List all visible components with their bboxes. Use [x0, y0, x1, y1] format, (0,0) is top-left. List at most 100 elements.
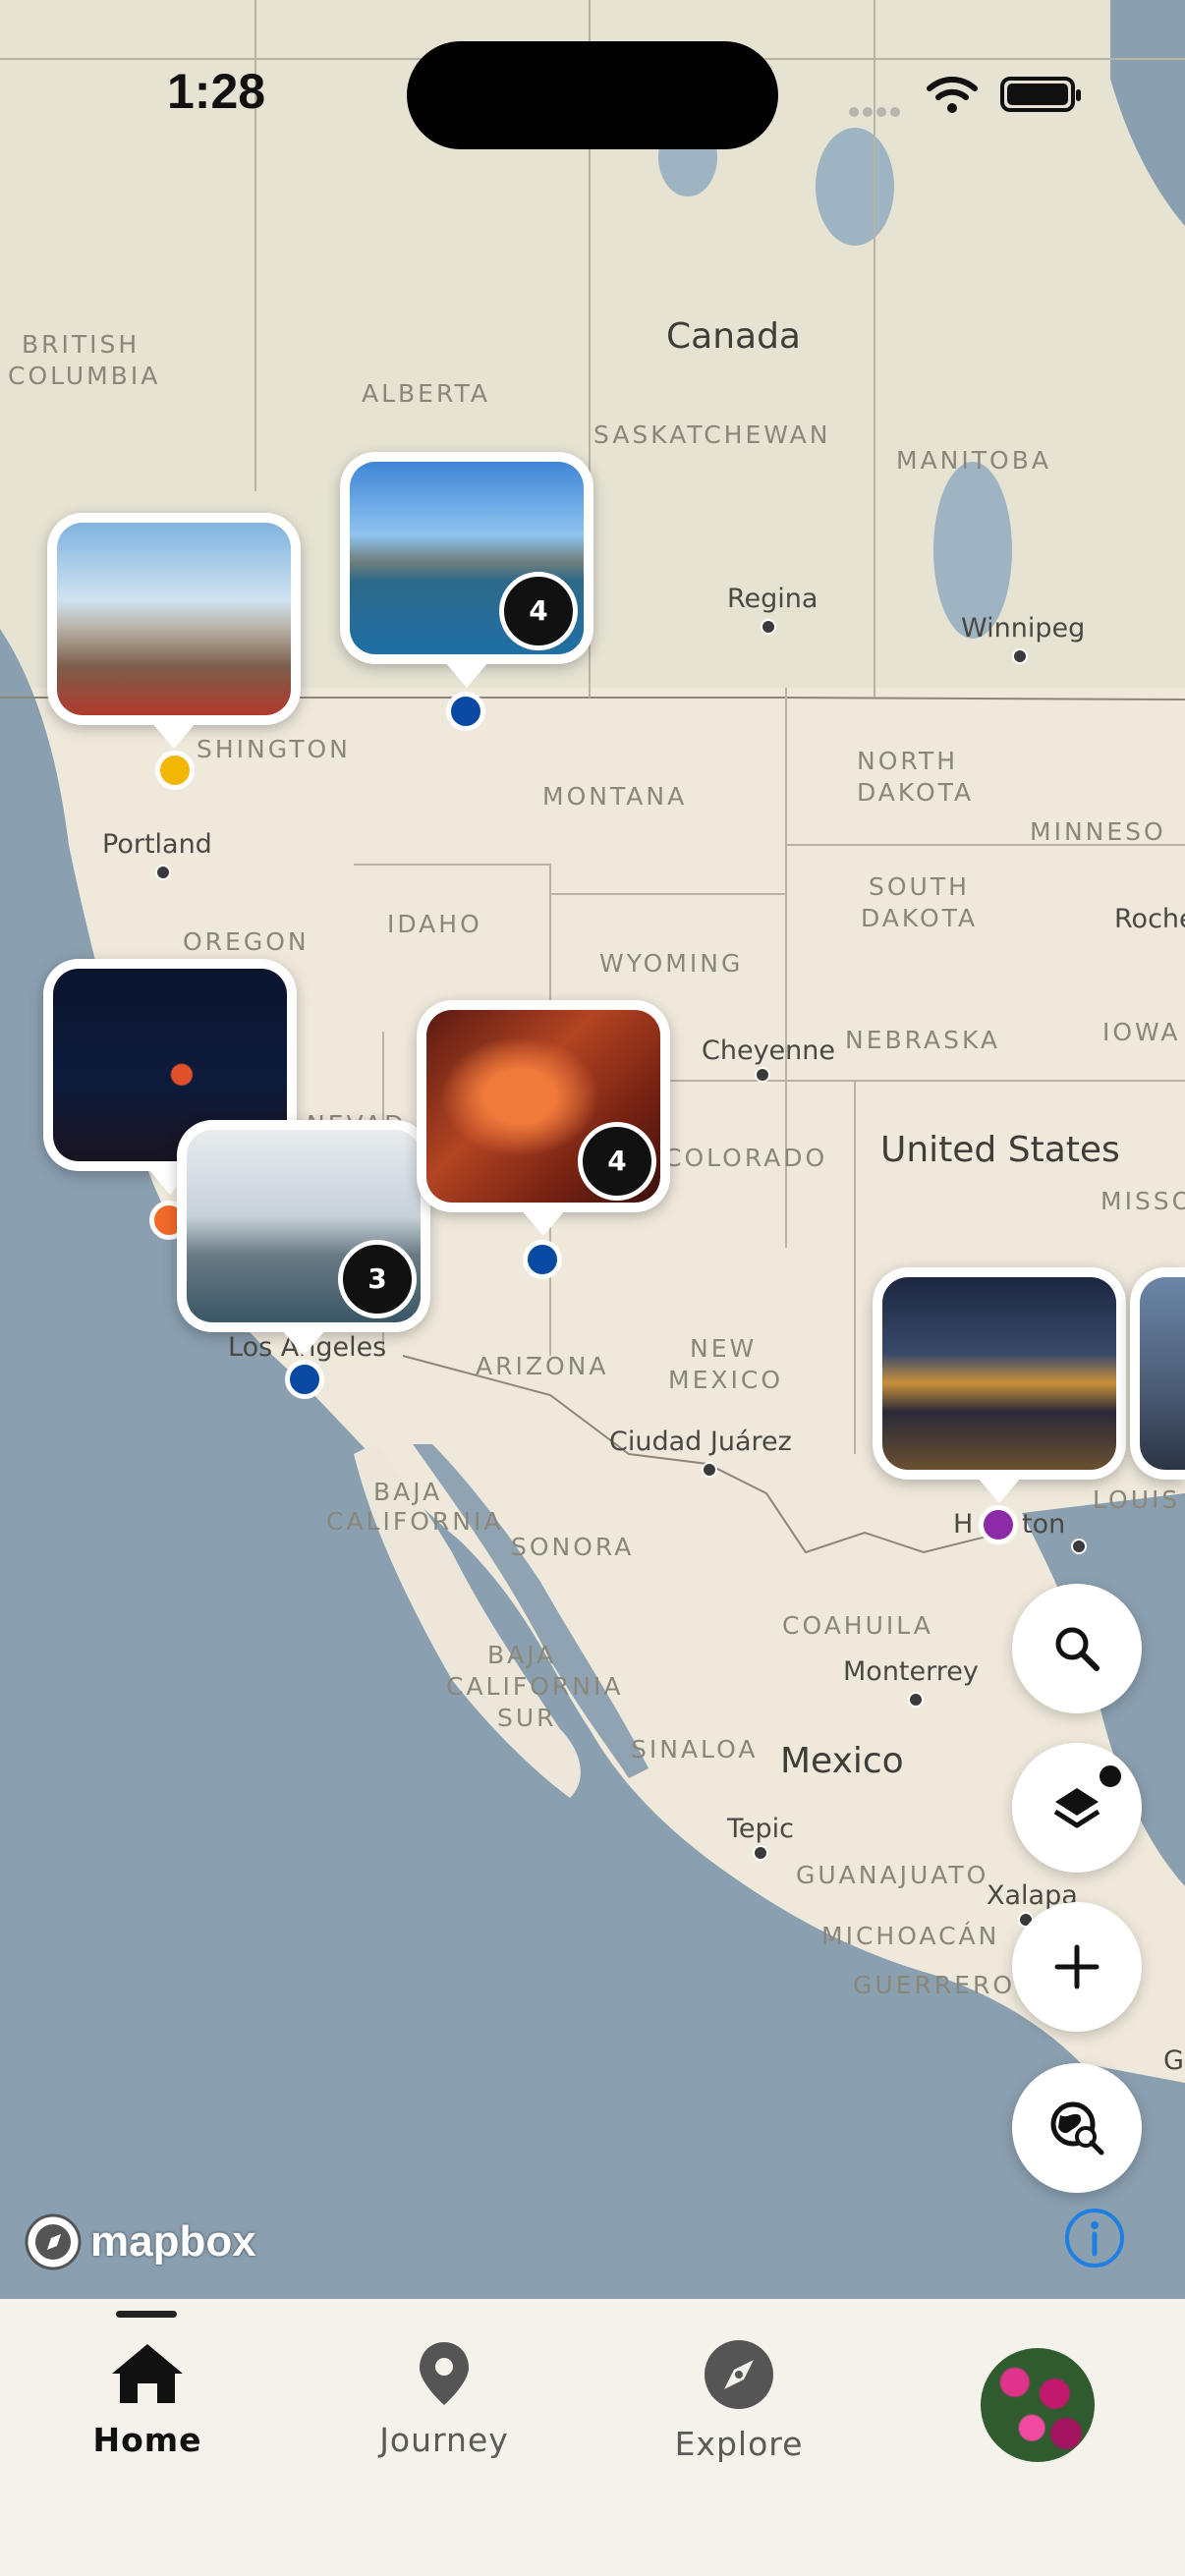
region-label: NEW	[690, 1334, 758, 1363]
marker-photo	[1140, 1277, 1185, 1470]
layers-button[interactable]	[1012, 1743, 1142, 1873]
marker-pin[interactable]	[285, 1360, 324, 1399]
marker-photo	[882, 1277, 1116, 1470]
region-label: CALIFORNIA	[446, 1672, 624, 1701]
tab-home[interactable]: Home	[49, 2338, 246, 2459]
city-label: Ciudad Juárez	[609, 1427, 792, 1457]
city-dot	[1071, 1539, 1087, 1554]
mapbox-attribution[interactable]: mapbox	[24, 2212, 256, 2271]
region-label: SUR	[497, 1704, 557, 1732]
marker-pin[interactable]	[446, 692, 485, 731]
add-button[interactable]	[1012, 1902, 1142, 2032]
city-dot	[755, 1067, 770, 1083]
wifi-icon	[927, 77, 978, 113]
marker-photo	[57, 523, 291, 715]
region-label: IDAHO	[387, 910, 482, 938]
region-label: SASKATCHEWAN	[593, 420, 831, 449]
region-label: LOUIS	[1093, 1485, 1181, 1514]
city-label: Cheyenne	[702, 1036, 836, 1066]
photo-count-badge: 4	[578, 1122, 656, 1201]
marker-tail	[152, 723, 196, 749]
marker-tail	[445, 662, 488, 688]
search-icon	[1055, 1627, 1100, 1671]
country-label: United States	[880, 1130, 1120, 1170]
region-label: COAHUILA	[782, 1611, 933, 1640]
tab-label: Explore	[674, 2425, 804, 2463]
photo-marker-glacier[interactable]: 4	[340, 452, 593, 688]
cellular-signal-icon	[849, 102, 904, 121]
city-label: Regina	[727, 584, 818, 614]
tab-label: Home	[92, 2421, 202, 2459]
photo-marker-austin[interactable]	[873, 1267, 1126, 1503]
region-label: COLORADO	[664, 1144, 828, 1172]
globe-search-icon	[1050, 2101, 1104, 2156]
tab-bar: Home Journey Explore	[0, 2299, 1185, 2576]
tab-explore[interactable]: Explore	[641, 2338, 837, 2463]
region-label: SHINGTON	[197, 735, 351, 763]
region-label: MEXICO	[668, 1366, 783, 1394]
photo-marker-pike-place[interactable]	[47, 513, 301, 749]
marker-pin[interactable]	[155, 751, 195, 790]
city-label: Roche	[1114, 904, 1185, 934]
map-view[interactable]: BRITISH COLUMBIA Canada ALBERTA SASKATCH…	[0, 0, 1185, 2299]
country-label: Mexico	[780, 1741, 904, 1781]
notification-dot	[1097, 1763, 1124, 1790]
status-time: 1:28	[167, 64, 266, 119]
photo-count-badge: 3	[338, 1240, 417, 1318]
region-label: SOUTH	[869, 872, 970, 901]
marker-tail	[522, 1210, 565, 1236]
region-label: GUERRERO	[853, 1971, 1016, 1999]
region-label: COLUMBIA	[8, 362, 161, 390]
tab-label: Journey	[379, 2421, 509, 2459]
city-dot	[753, 1845, 768, 1861]
dynamic-island	[407, 41, 778, 149]
region-label: BRITISH	[22, 330, 141, 359]
region-label: NEBRASKA	[845, 1026, 1001, 1054]
marker-tail	[282, 1330, 325, 1356]
city-dot	[702, 1462, 717, 1478]
photo-marker-santa-monica[interactable]: 3	[177, 1120, 430, 1356]
profile-avatar[interactable]	[981, 2348, 1095, 2462]
photo-marker-city-street[interactable]	[1130, 1267, 1185, 1480]
info-icon	[1065, 2209, 1124, 2268]
compass-icon	[705, 2340, 773, 2409]
home-icon	[112, 2344, 183, 2403]
marker-pin[interactable]	[979, 1505, 1018, 1544]
marker-tail	[978, 1478, 1021, 1503]
photo-count-badge: 4	[499, 572, 578, 650]
location-pin-icon	[420, 2342, 469, 2405]
region-label: OREGON	[183, 927, 310, 956]
region-label: MICHOACÁN	[821, 1922, 1000, 1950]
info-button[interactable]	[1063, 2207, 1126, 2269]
region-label: CALIFORNIA	[326, 1507, 504, 1536]
photo-marker-antelope-canyon[interactable]: 4	[417, 1000, 670, 1236]
city-label: G	[1163, 2045, 1184, 2076]
region-label: MISSO	[1100, 1187, 1185, 1215]
mapbox-logo-icon	[25, 2213, 82, 2270]
region-label: MANITOBA	[896, 446, 1051, 475]
region-label: GUANAJUATO	[796, 1861, 989, 1889]
city-label: ton	[1022, 1509, 1066, 1540]
region-label: NORTH	[857, 747, 959, 775]
active-tab-indicator	[116, 2311, 177, 2318]
city-label: Tepic	[727, 1814, 795, 1844]
city-label: Winnipeg	[961, 613, 1086, 644]
marker-pin[interactable]	[523, 1240, 562, 1279]
city-label: H	[953, 1509, 974, 1540]
city-dot	[908, 1692, 924, 1708]
layers-icon	[1053, 1788, 1100, 1828]
search-button[interactable]	[1012, 1584, 1142, 1713]
region-label: SONORA	[511, 1533, 635, 1561]
region-label: ALBERTA	[362, 379, 490, 408]
region-label: SINALOA	[631, 1735, 759, 1764]
region-label: ARIZONA	[476, 1352, 609, 1380]
globe-search-button[interactable]	[1012, 2063, 1142, 2193]
city-dot	[1012, 648, 1028, 664]
battery-icon	[1000, 77, 1081, 112]
tab-journey[interactable]: Journey	[346, 2338, 542, 2459]
region-label: DAKOTA	[857, 778, 975, 807]
region-label: IOWA	[1102, 1018, 1181, 1046]
city-dot	[155, 865, 171, 880]
region-label: BAJA	[373, 1478, 443, 1506]
country-label: Canada	[666, 316, 801, 357]
